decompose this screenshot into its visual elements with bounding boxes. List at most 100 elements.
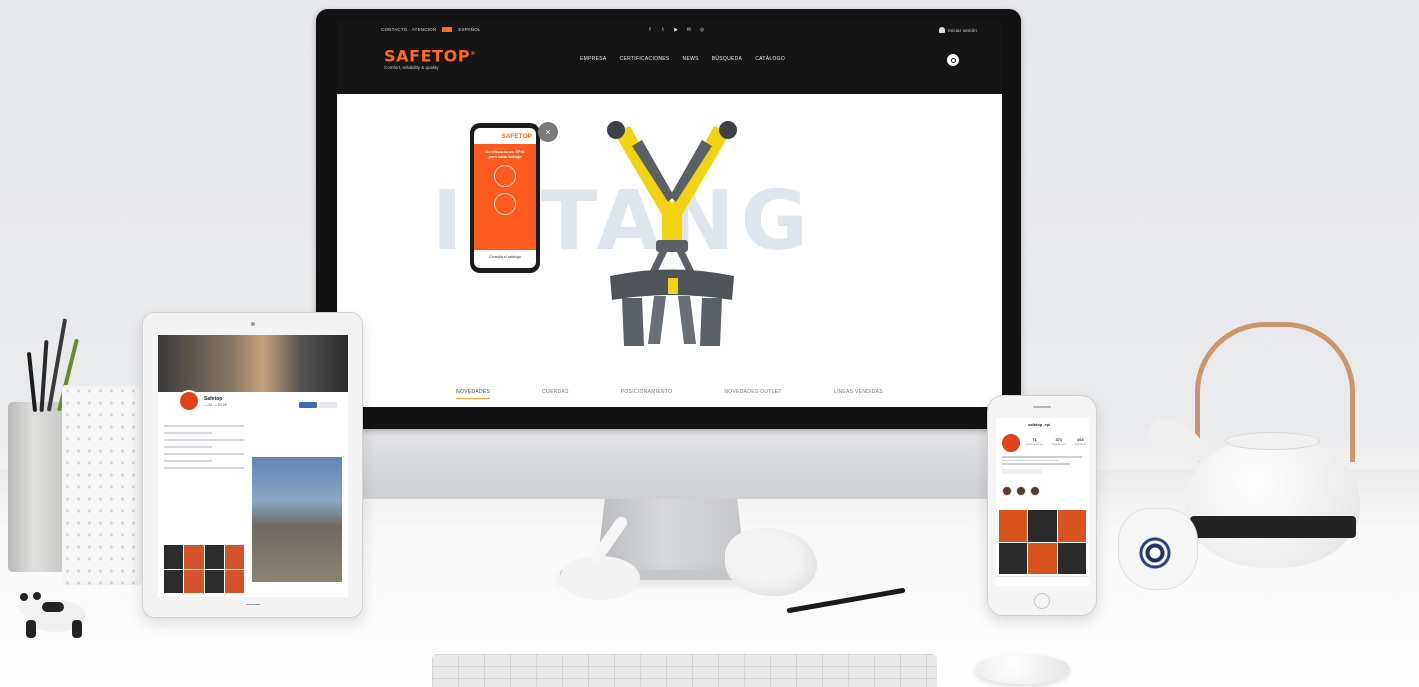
teapot-lid: [1225, 432, 1320, 450]
flower-pattern: [1132, 530, 1178, 576]
tab-novedades[interactable]: NOVEDADES: [456, 389, 491, 399]
tab-novedades-outlet[interactable]: NOVEDADES OUTLET: [724, 389, 781, 398]
panda-ear: [20, 593, 28, 601]
facebook-like-button[interactable]: [299, 402, 317, 408]
desk-pen: [786, 587, 906, 614]
photo-thumb[interactable]: [1057, 542, 1086, 574]
text-line: [164, 460, 212, 462]
left-shoulder-ring: [607, 121, 625, 139]
photo-thumb[interactable]: [184, 545, 204, 569]
phone-screen: safetop_epi 71 publicaciones 371 seguidore…: [996, 418, 1089, 586]
user-icon: [939, 27, 945, 33]
perforated-holder: [62, 385, 142, 585]
facebook-photo-grid: [164, 545, 244, 593]
teapot-body: [1185, 436, 1360, 568]
facebook-message-button[interactable]: [319, 402, 337, 408]
mortar-and-pestle: [560, 516, 640, 600]
promo-footer: Consulta el catálogo: [489, 255, 521, 259]
tablet-device: Safetop — 81 — 54 28: [142, 312, 363, 618]
photo-thumb[interactable]: [224, 545, 244, 569]
text-line: [164, 467, 244, 469]
harness-icon: [494, 165, 516, 187]
contact-link[interactable]: CONTACTO · ATENCION: [381, 27, 436, 32]
facebook-icon[interactable]: f: [647, 27, 653, 33]
instagram-highlights: [1002, 486, 1040, 496]
search-icon[interactable]: [947, 54, 959, 66]
logo-word: SAFETOP: [384, 46, 471, 66]
stat-label: publicaciones: [1026, 442, 1043, 446]
social-links: f t ▶ ✉ ◎: [647, 27, 705, 33]
language-selector[interactable]: ESPAÑOL: [458, 27, 480, 32]
photo-thumb[interactable]: [1028, 510, 1057, 542]
panda-ear: [33, 592, 41, 600]
left-thigh-strap: [648, 296, 666, 344]
tablet-screen: Safetop — 81 — 54 28: [158, 335, 348, 597]
nav-item-news[interactable]: NEWS: [683, 56, 699, 62]
nav-item-certificaciones[interactable]: CERTIFICACIONES: [620, 56, 670, 62]
crumpled-paper: [725, 528, 817, 596]
main-nav: EMPRESA CERTIFICACIONES NEWS BÚSQUEDA CA…: [580, 56, 785, 62]
promo-title: Certificaciones EPIS para cada trabajo: [485, 149, 525, 159]
phone-home-button: [1034, 593, 1050, 609]
keyboard: [432, 654, 937, 687]
twitter-icon[interactable]: t: [660, 27, 666, 33]
panda-leg: [72, 620, 82, 638]
instagram-avatar: [1002, 434, 1020, 452]
mail-icon[interactable]: ✉: [686, 27, 692, 33]
mouse: [975, 654, 1070, 684]
instagram-username: safetop_epi: [1028, 422, 1051, 427]
stat-followers[interactable]: 371 seguidores: [1052, 437, 1066, 446]
facebook-cover-photo: [158, 335, 348, 392]
stat-following[interactable]: 104 seguidos: [1075, 437, 1086, 446]
promo-phone-screen: SAFETOP Certificaciones EPIS para cada t…: [474, 128, 536, 268]
text-line: [1002, 459, 1058, 461]
account-link[interactable]: Iniciar sesión: [948, 28, 977, 33]
photo-thumb[interactable]: [204, 569, 224, 593]
youtube-icon[interactable]: ▶: [673, 27, 679, 33]
highlight-bubble[interactable]: [1002, 486, 1012, 496]
logo-wordmark: SAFETOP®: [384, 46, 476, 64]
hero-banner: IUTANG SAFETOP Certificaciones EPIS para…: [337, 94, 1002, 379]
text-line: [164, 446, 212, 448]
photo-thumb[interactable]: [999, 542, 1028, 574]
logo-tagline: Comfort, reliability & quality: [384, 65, 439, 71]
nav-item-empresa[interactable]: EMPRESA: [580, 56, 607, 62]
photo-thumb[interactable]: [1057, 510, 1086, 542]
stat-label: seguidores: [1051, 442, 1066, 446]
right-leg-loop: [700, 298, 722, 346]
edit-profile-button[interactable]: [1002, 468, 1042, 474]
instagram-icon[interactable]: ◎: [699, 27, 705, 33]
facebook-page-avatar: [178, 390, 200, 412]
photo-thumb[interactable]: [164, 569, 184, 593]
highlight-bubble[interactable]: [1030, 486, 1040, 496]
photo-thumb[interactable]: [164, 545, 184, 569]
facebook-post-photo[interactable]: [252, 457, 342, 582]
chest-strap: [662, 203, 682, 243]
helmet-icon: [494, 193, 516, 215]
photo-thumb[interactable]: [1028, 542, 1057, 574]
tablet-home-indicator: [246, 601, 260, 605]
safety-harness-image: [607, 121, 737, 346]
account-area[interactable]: Iniciar sesión: [939, 27, 977, 33]
teapot-band: [1190, 516, 1356, 538]
close-icon[interactable]: ×: [538, 122, 558, 142]
photo-thumb[interactable]: [999, 510, 1028, 542]
tab-cuerdas[interactable]: CUERDAS: [542, 389, 569, 398]
instagram-tab-bar[interactable]: [996, 576, 1089, 586]
top-bar-left: CONTACTO · ATENCION ESPAÑOL: [381, 27, 481, 32]
photo-thumb[interactable]: [204, 545, 224, 569]
site-logo[interactable]: SAFETOP® Comfort, reliability & quality: [384, 46, 476, 71]
photo-thumb[interactable]: [224, 569, 244, 593]
belt-anchor: [668, 278, 678, 294]
nav-item-busqueda[interactable]: BÚSQUEDA: [712, 56, 742, 62]
stat-posts: 71 publicaciones: [1026, 437, 1043, 446]
photo-thumb[interactable]: [184, 569, 204, 593]
promo-phone-mockup[interactable]: SAFETOP Certificaciones EPIS para cada t…: [470, 123, 540, 273]
nav-item-catalogo[interactable]: CATÁLOGO: [755, 56, 785, 62]
promo-brand: SAFETOP: [501, 133, 532, 140]
phone-speaker: [1033, 406, 1051, 408]
product-category-tabs: NOVEDADES CUERDAS POSICIONAMIENTO NOVEDA…: [337, 380, 1002, 407]
highlight-bubble[interactable]: [1016, 486, 1026, 496]
tab-lineas-vendidas[interactable]: LÍNEAS VENDIDAS: [834, 389, 883, 398]
tab-posicionamiento[interactable]: POSICIONAMIENTO: [621, 389, 673, 398]
